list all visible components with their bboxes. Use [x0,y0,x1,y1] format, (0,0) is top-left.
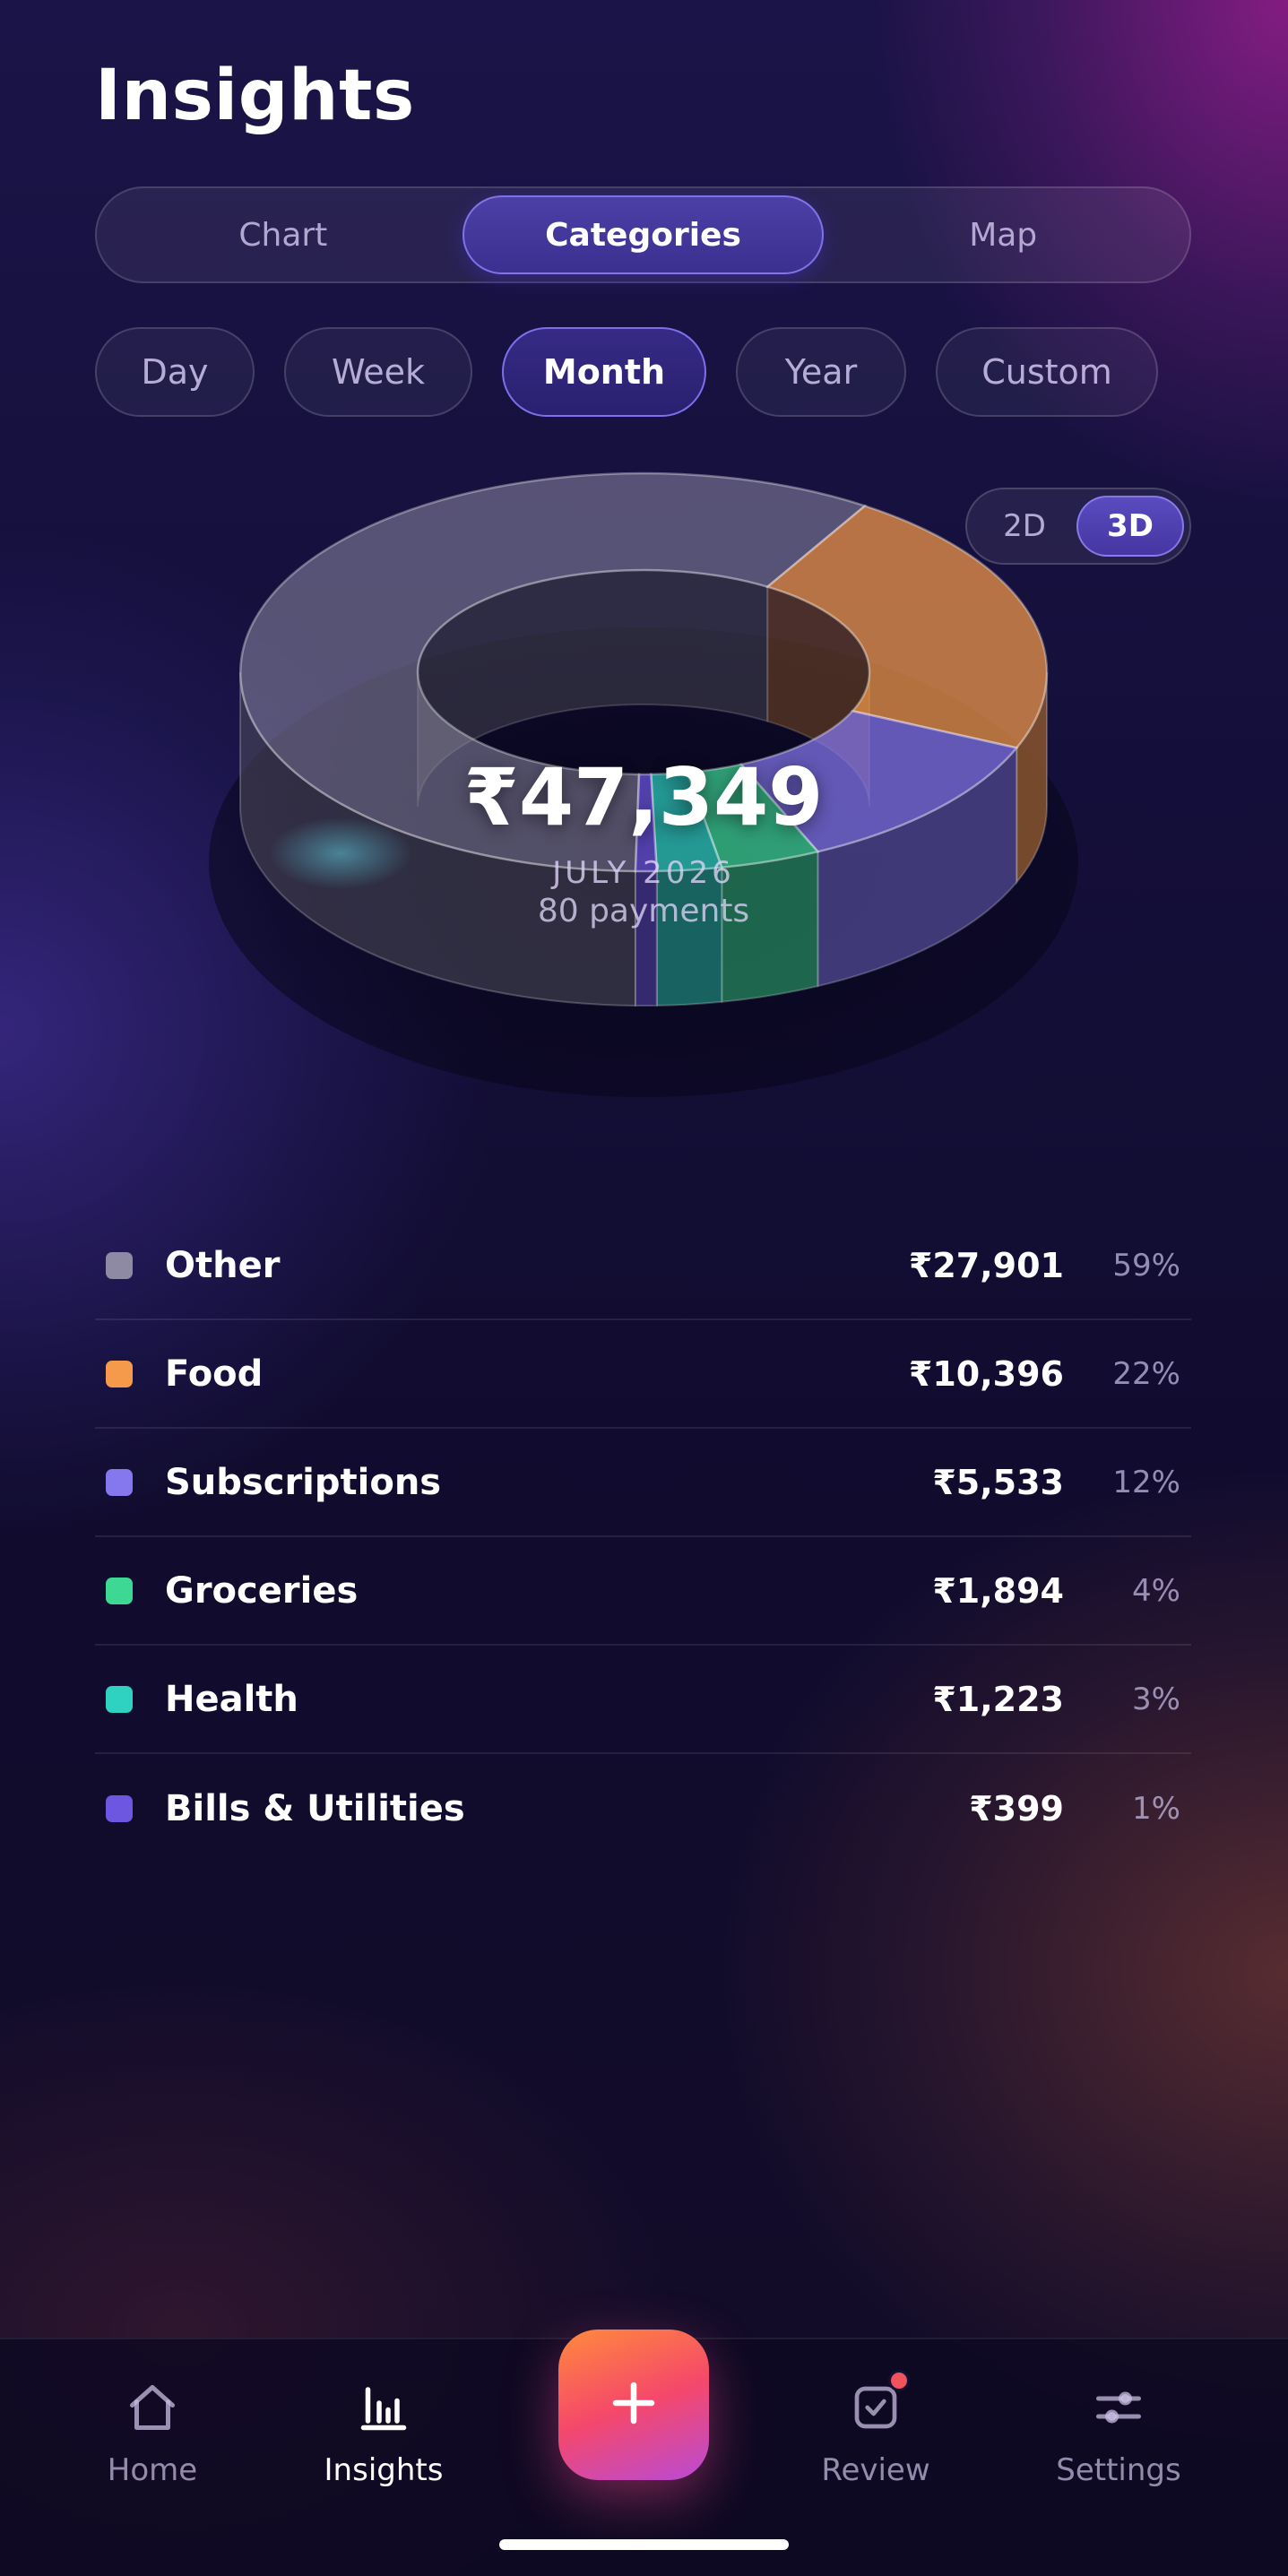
category-name: Subscriptions [165,1461,442,1503]
category-list: Other ₹27,901 59% Food ₹10,396 22% Subsc… [95,1212,1191,1863]
nav-settings-label: Settings [1056,2452,1181,2488]
period-selector: Day Week Month Year Custom [95,327,1158,417]
category-percentage: 4% [1132,1572,1180,1609]
period-label: JULY 2026 [552,855,735,891]
nav-settings[interactable]: Settings [1020,2379,1217,2513]
sliders-icon [1090,2379,1147,2436]
category-percentage: 22% [1112,1355,1180,1392]
dimension-toggle: 2D 3D [965,488,1191,565]
insights-screen: Insights Chart Categories Map Day Week M… [0,0,1288,2576]
donut-slice-side-bills-utilities [635,869,658,1007]
period-month-chip[interactable]: Month [502,327,706,417]
category-amount: ₹1,894 [932,1570,1064,1611]
category-color-swatch [106,1251,133,1279]
category-color-swatch [106,1794,133,1822]
add-transaction-button[interactable] [558,2330,709,2480]
nav-insights[interactable]: Insights [285,2379,482,2513]
toggle-3d[interactable]: 3D [1076,496,1184,557]
page-title: Insights [95,56,415,136]
period-week-chip[interactable]: Week [284,327,472,417]
category-percentage: 3% [1132,1681,1180,1717]
total-amount: ₹47,349 [463,751,824,843]
category-amount: ₹1,223 [932,1679,1064,1719]
tab-map[interactable]: Map [824,195,1182,274]
category-percentage: 12% [1112,1464,1180,1500]
category-name: Health [165,1678,298,1720]
period-day-chip[interactable]: Day [95,327,255,417]
category-name: Bills & Utilities [165,1787,465,1829]
category-percentage: 1% [1132,1790,1180,1827]
home-icon [124,2379,181,2436]
category-amount: ₹10,396 [908,1353,1064,1394]
category-amount: ₹399 [969,1788,1064,1828]
view-tabs: Chart Categories Map [95,186,1191,283]
category-row-food[interactable]: Food ₹10,396 22% [95,1320,1191,1429]
category-row-subscriptions[interactable]: Subscriptions ₹5,533 12% [95,1429,1191,1537]
nav-home[interactable]: Home [54,2379,251,2513]
nav-review-label: Review [821,2452,930,2488]
category-name: Other [165,1244,281,1286]
category-amount: ₹5,533 [932,1462,1064,1502]
category-color-swatch [106,1577,133,1604]
toggle-2d[interactable]: 2D [972,496,1076,557]
period-year-chip[interactable]: Year [736,327,906,417]
home-indicator [499,2539,789,2550]
category-name: Groceries [165,1569,359,1612]
category-row-groceries[interactable]: Groceries ₹1,894 4% [95,1537,1191,1646]
category-percentage: 59% [1112,1247,1180,1284]
tab-categories[interactable]: Categories [462,195,825,274]
category-color-swatch [106,1685,133,1713]
payment-count: 80 payments [537,893,750,929]
category-row-other[interactable]: Other ₹27,901 59% [95,1212,1191,1320]
period-custom-chip[interactable]: Custom [936,327,1158,417]
nav-home-label: Home [107,2452,198,2488]
tab-chart[interactable]: Chart [104,195,462,274]
category-color-swatch [106,1468,133,1496]
plus-icon [607,2376,661,2433]
nav-review[interactable]: Review [777,2370,974,2513]
category-row-health[interactable]: Health ₹1,223 3% [95,1646,1191,1754]
review-notification-badge [888,2370,910,2391]
category-amount: ₹27,901 [908,1245,1064,1285]
nav-insights-label: Insights [324,2452,444,2488]
category-row-bills-utilities[interactable]: Bills & Utilities ₹399 1% [95,1754,1191,1863]
category-name: Food [165,1353,264,1395]
check-square-icon [847,2370,910,2436]
category-color-swatch [106,1360,133,1387]
bar-chart-icon [355,2379,412,2436]
